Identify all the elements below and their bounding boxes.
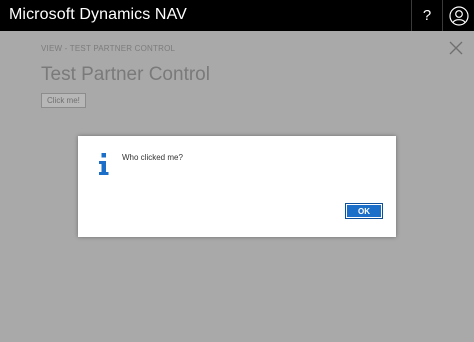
message-dialog: Who clicked me? OK [78,136,396,237]
dialog-message: Who clicked me? [122,153,183,162]
app-title: Microsoft Dynamics NAV [9,6,187,23]
click-me-button[interactable]: Click me! [41,93,86,108]
close-icon[interactable] [449,41,463,55]
help-icon: ? [422,7,432,24]
ok-button[interactable]: OK [345,203,383,219]
top-bar: Microsoft Dynamics NAV ? [0,0,474,31]
info-icon [99,153,109,175]
help-button[interactable]: ? [411,0,442,31]
user-avatar-icon [448,5,469,26]
user-avatar-button[interactable] [442,0,474,31]
page-title: Test Partner Control [41,64,210,85]
breadcrumb: VIEW - TEST PARTNER CONTROL [41,44,176,53]
